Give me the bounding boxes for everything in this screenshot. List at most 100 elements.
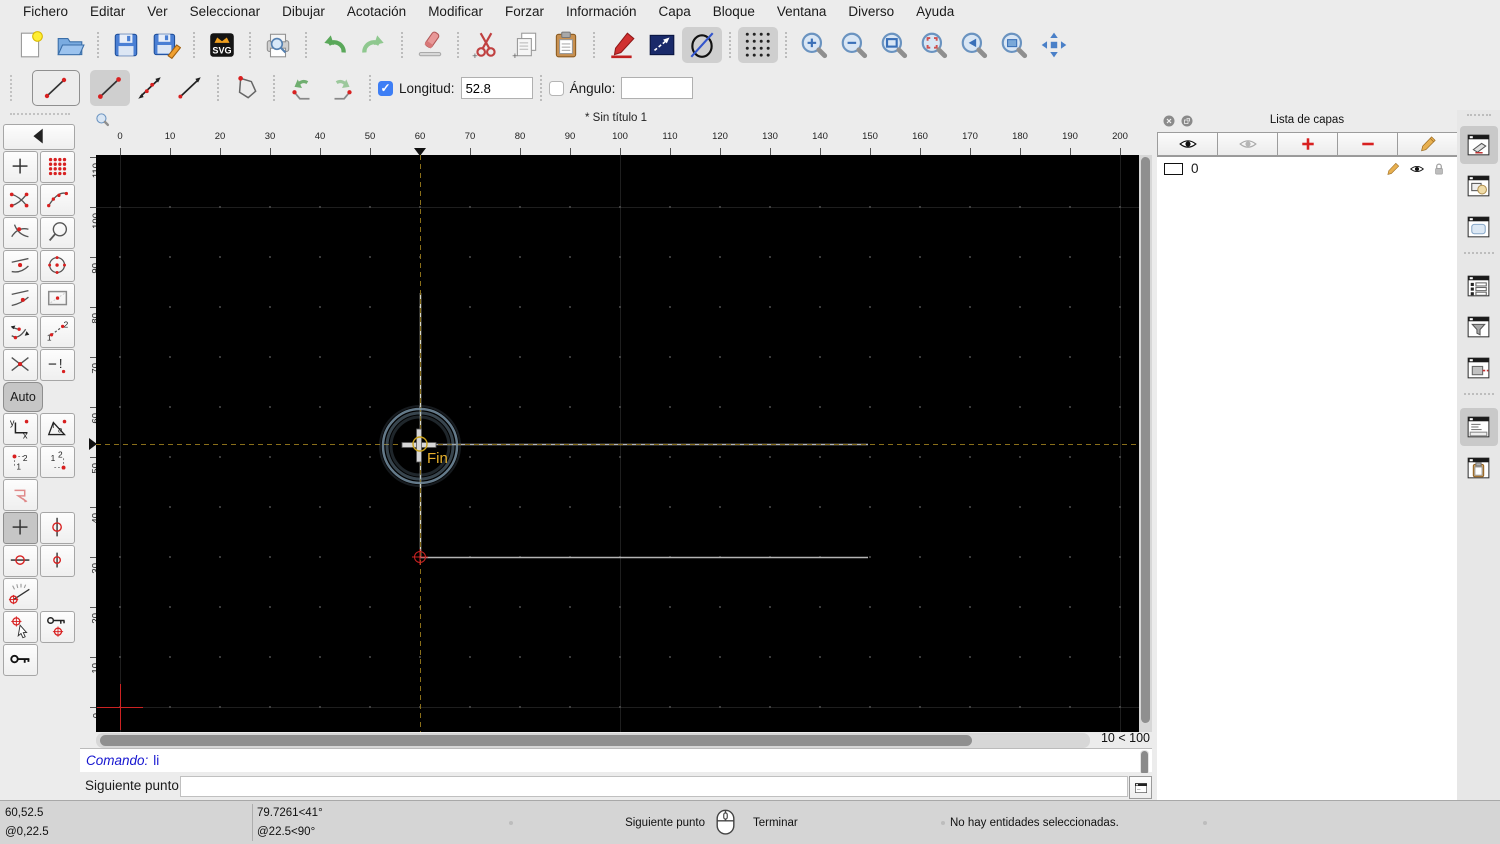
pan-button[interactable] <box>1034 27 1074 63</box>
save-button[interactable] <box>106 27 146 63</box>
dock-library-button[interactable] <box>1460 208 1498 246</box>
line-both-arrows-button[interactable] <box>130 70 170 106</box>
layer-row[interactable]: 0 <box>1157 157 1457 181</box>
document-titlebar[interactable]: * Sin título 1 <box>80 110 1152 130</box>
key-button[interactable] <box>3 644 38 676</box>
polyline-red-button[interactable] <box>3 479 38 511</box>
length-input[interactable] <box>460 77 533 99</box>
save-as-button[interactable] <box>146 27 186 63</box>
angle-checkbox[interactable] <box>548 80 564 96</box>
layer-color-swatch[interactable] <box>1164 163 1183 175</box>
grid-toggle-button[interactable] <box>738 27 778 63</box>
polyline-shape-button[interactable] <box>226 70 266 106</box>
line-segments-button[interactable] <box>90 70 130 106</box>
menu-seleccionar[interactable]: Seleccionar <box>179 0 272 24</box>
menu-ventana[interactable]: Ventana <box>766 0 838 24</box>
layer-pencil-icon[interactable] <box>1385 161 1401 177</box>
dock-filter-button[interactable] <box>1460 308 1498 346</box>
menu-ayuda[interactable]: Ayuda <box>905 0 965 24</box>
set-relative-zero-button[interactable] <box>3 611 38 643</box>
snap-on-entity-button[interactable] <box>40 184 75 216</box>
open-folder-button[interactable] <box>50 27 90 63</box>
pen-edit-button[interactable] <box>602 27 642 63</box>
current-tool-indicator[interactable] <box>32 70 80 106</box>
coord-cartesian-button[interactable]: yx <box>3 413 38 445</box>
remove-layer-button[interactable] <box>1337 132 1398 156</box>
menu-forzar[interactable]: Forzar <box>494 0 555 24</box>
eye-hidden-button[interactable] <box>1217 132 1278 156</box>
zoom-window-button[interactable] <box>994 27 1034 63</box>
zoom-in-button[interactable] <box>794 27 834 63</box>
zoom-auto-button[interactable] <box>874 27 914 63</box>
snap-reference-button[interactable] <box>40 283 75 315</box>
layer-panel-titlebar[interactable]: Lista de capas <box>1157 110 1457 132</box>
zoom-out-button[interactable] <box>834 27 874 63</box>
layer-eye-icon[interactable] <box>1409 161 1425 177</box>
command-dock-button[interactable] <box>1129 776 1152 799</box>
menu-ver[interactable]: Ver <box>136 0 178 24</box>
menu-dibujar[interactable]: Dibujar <box>271 0 336 24</box>
menu-acotacion[interactable]: Acotación <box>336 0 417 24</box>
edit-layer-button[interactable] <box>1397 132 1458 156</box>
coord-polar-button[interactable]: ra <box>40 413 75 445</box>
cut-button[interactable]: + <box>466 27 506 63</box>
snap-exclusive-button[interactable]: ! <box>40 349 75 381</box>
menu-capa[interactable]: Capa <box>648 0 702 24</box>
drawing-area[interactable]: Fin <box>96 155 1139 732</box>
command-scroll-thumb[interactable] <box>1141 751 1148 775</box>
relzero-horizontal-button[interactable] <box>3 545 38 577</box>
angle-input[interactable] <box>621 77 694 99</box>
restrict-distance-button[interactable]: 12 <box>40 316 75 348</box>
dock-command-button[interactable] <box>1459 408 1498 446</box>
menu-modificar[interactable]: Modificar <box>417 0 494 24</box>
print-preview-button[interactable] <box>258 27 298 63</box>
eraser-button[interactable] <box>410 27 450 63</box>
command-input[interactable] <box>180 776 1128 797</box>
order-points-1-button[interactable]: 12 <box>3 446 38 478</box>
segment-undo-button[interactable] <box>282 70 322 106</box>
length-checkbox[interactable]: ✓ <box>378 80 393 96</box>
cad-canvas[interactable]: Fin <box>96 155 1139 737</box>
snap-intersection-button[interactable] <box>3 217 38 249</box>
menu-fichero[interactable]: Fichero <box>12 0 79 24</box>
eye-visible-button[interactable] <box>1157 132 1218 156</box>
snap-grid-button[interactable] <box>40 151 75 183</box>
menu-diverso[interactable]: Diverso <box>837 0 905 24</box>
horizontal-scrollbar[interactable] <box>96 733 1090 748</box>
paste-button[interactable] <box>546 27 586 63</box>
dock-layer-list-button[interactable] <box>1459 126 1498 164</box>
vertical-scrollbar[interactable] <box>1139 155 1152 732</box>
dock-clipboard-button[interactable] <box>1460 449 1498 487</box>
relzero-point-button[interactable] <box>40 545 75 577</box>
undo-button[interactable] <box>314 27 354 63</box>
order-points-2-button[interactable]: 12 <box>40 446 75 478</box>
dock-pen-button[interactable] <box>1460 349 1498 387</box>
line-arrow-button[interactable] <box>170 70 210 106</box>
snap-endpoint-button[interactable] <box>3 184 38 216</box>
add-layer-button[interactable] <box>1277 132 1338 156</box>
snap-middle-button[interactable] <box>3 250 38 282</box>
menu-bloque[interactable]: Bloque <box>702 0 766 24</box>
relzero-vertical-button[interactable] <box>40 512 75 544</box>
hscroll-thumb[interactable] <box>100 735 972 746</box>
command-history[interactable]: Comando: li <box>80 748 1152 772</box>
redo-button[interactable] <box>354 27 394 63</box>
menu-editar[interactable]: Editar <box>79 0 136 24</box>
auto-snap-button[interactable]: Auto <box>3 382 43 412</box>
draft-mode-button[interactable] <box>682 27 722 63</box>
vscroll-thumb[interactable] <box>1141 157 1150 723</box>
restrict-direction-button[interactable] <box>3 316 38 348</box>
snap-cross-button[interactable] <box>3 349 38 381</box>
snap-circle-button[interactable] <box>40 217 75 249</box>
segment-redo-button[interactable] <box>322 70 362 106</box>
dock-entity-list-button[interactable] <box>1460 267 1498 305</box>
snap-center-button[interactable] <box>40 250 75 282</box>
snap-free-button[interactable] <box>3 151 38 183</box>
snap-nearest-button[interactable] <box>3 283 38 315</box>
grid-plus-button[interactable] <box>3 512 38 544</box>
select-window-button[interactable] <box>642 27 682 63</box>
dock-block-list-button[interactable] <box>1460 167 1498 205</box>
new-file-button[interactable] <box>10 27 50 63</box>
back-button[interactable] <box>3 124 75 150</box>
zoom-back-button[interactable] <box>954 27 994 63</box>
